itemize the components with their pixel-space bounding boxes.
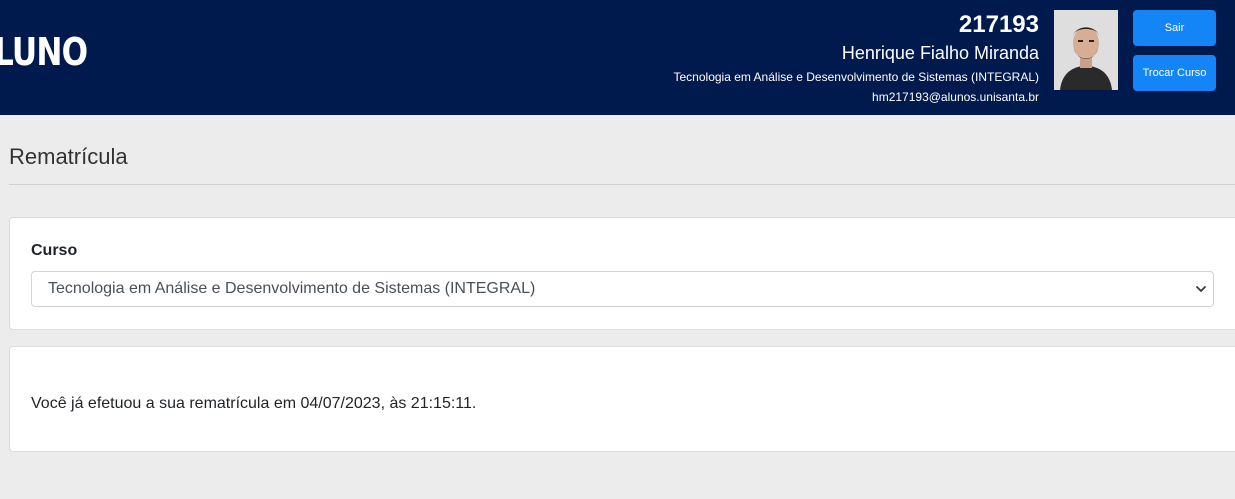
- avatar: [1054, 10, 1118, 90]
- change-course-button[interactable]: Trocar Curso: [1133, 55, 1216, 91]
- chevron-down-icon: [1196, 286, 1206, 292]
- message-card: Você já efetuou a sua rematrícula em 04/…: [9, 346, 1235, 452]
- user-info: 217193 Henrique Fialho Miranda Tecnologi…: [674, 10, 1040, 106]
- logout-button[interactable]: Sair: [1133, 10, 1216, 46]
- student-course: Tecnologia em Análise e Desenvolvimento …: [673, 70, 1040, 84]
- page-title: Rematrícula: [9, 144, 128, 169]
- course-label: Curso: [31, 242, 78, 259]
- course-select-value: Tecnologia em Análise e Desenvolvimento …: [48, 280, 536, 297]
- app-logo: LUNO: [0, 30, 88, 74]
- top-header: LUNO 217193 Henrique Fialho Miranda Tecn…: [0, 0, 1235, 115]
- student-name: Henrique Fialho Miranda: [841, 43, 1039, 63]
- title-divider: [9, 184, 1235, 185]
- course-select[interactable]: Tecnologia em Análise e Desenvolvimento …: [31, 271, 1214, 307]
- student-email: hm217193@alunos.unisanta.br: [872, 90, 1039, 104]
- user-photo-icon: [1054, 10, 1118, 90]
- course-card: Curso Tecnologia em Análise e Desenvolvi…: [9, 217, 1235, 330]
- reenrollment-message: Você já efetuou a sua rematrícula em 04/…: [31, 395, 477, 412]
- student-id: 217193: [958, 11, 1039, 38]
